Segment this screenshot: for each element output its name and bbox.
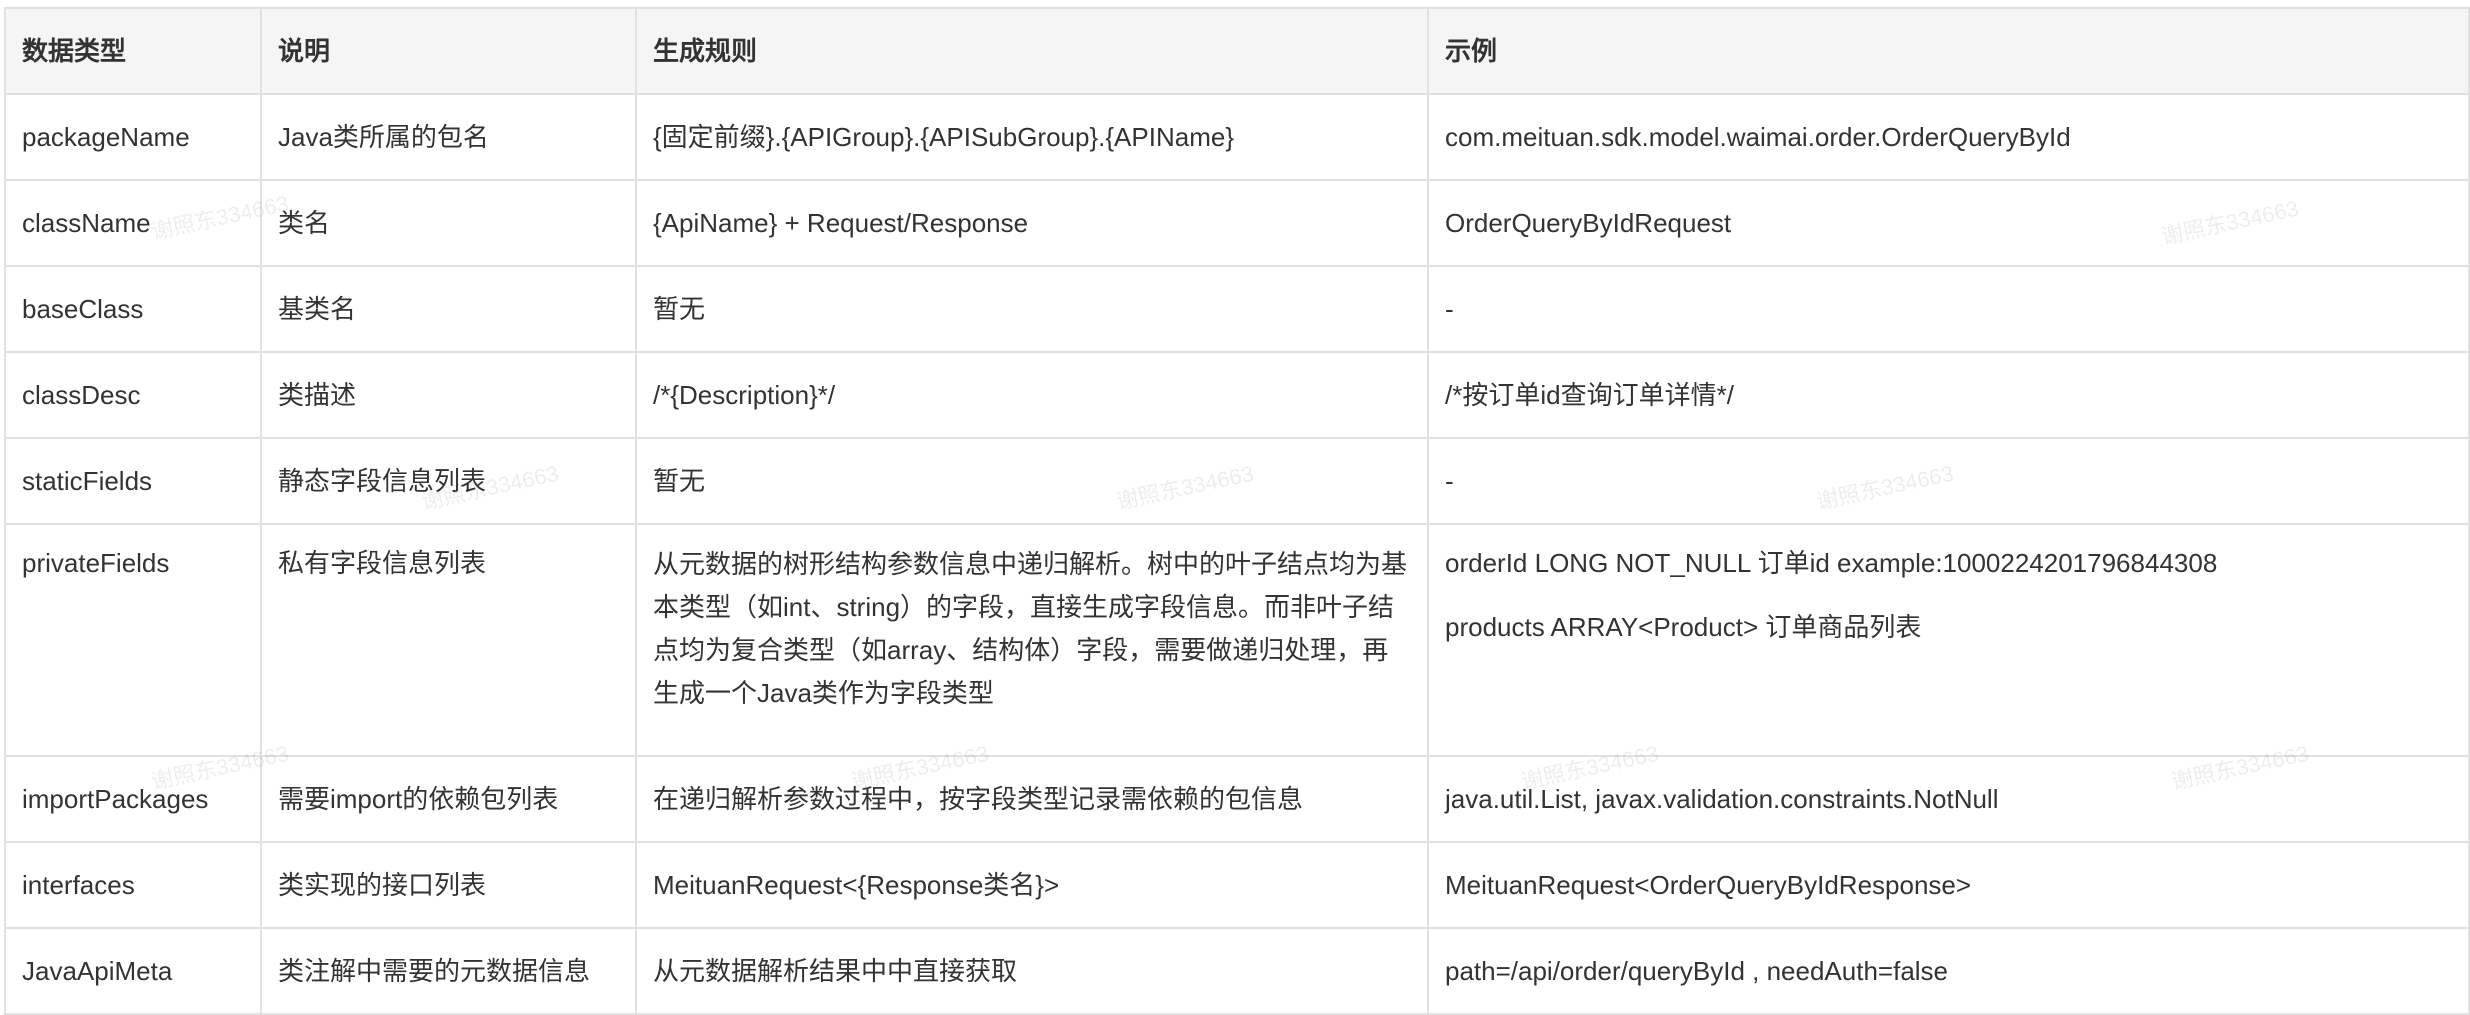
table-row: packageName Java类所属的包名 {固定前缀}.{APIGroup}… — [4, 93, 2470, 181]
cell-desc: 私有字段信息列表 — [260, 523, 637, 757]
example-line: java.util.List, javax.validation.constra… — [1445, 784, 1999, 814]
table-row: importPackages 需要import的依赖包列表 在递归解析参数过程中… — [4, 755, 2470, 843]
example-line: products ARRAY<Product> 订单商品列表 — [1445, 612, 1922, 642]
example-line: OrderQueryByIdRequest — [1445, 208, 1732, 238]
cell-type: staticFields — [4, 437, 262, 525]
cell-rule: 从元数据解析结果中中直接获取 — [635, 927, 1429, 1015]
cell-desc: 类名 — [260, 179, 637, 267]
example-line: - — [1445, 294, 1454, 324]
cell-type: privateFields — [4, 523, 262, 757]
header-data-type: 数据类型 — [4, 7, 262, 95]
cell-desc: 需要import的依赖包列表 — [260, 755, 637, 843]
cell-desc: 类实现的接口列表 — [260, 841, 637, 929]
cell-type: packageName — [4, 93, 262, 181]
cell-rule: {固定前缀}.{APIGroup}.{APISubGroup}.{APIName… — [635, 93, 1429, 181]
cell-example: java.util.List, javax.validation.constra… — [1427, 755, 2470, 843]
example-line: - — [1445, 466, 1454, 496]
cell-rule: 暂无 — [635, 265, 1429, 353]
table-row: baseClass 基类名 暂无 - — [4, 265, 2470, 353]
example-line: MeituanRequest<OrderQueryByIdResponse> — [1445, 870, 1972, 900]
cell-example: - — [1427, 265, 2470, 353]
table-row: staticFields 静态字段信息列表 暂无 - — [4, 437, 2470, 525]
cell-rule: 从元数据的树形结构参数信息中递归解析。树中的叶子结点均为基本类型（如int、st… — [635, 523, 1429, 757]
cell-example: com.meituan.sdk.model.waimai.order.Order… — [1427, 93, 2470, 181]
cell-type: interfaces — [4, 841, 262, 929]
cell-rule: MeituanRequest<{Response类名}> — [635, 841, 1429, 929]
table-row: privateFields 私有字段信息列表 从元数据的树形结构参数信息中递归解… — [4, 523, 2470, 757]
header-generation-rule: 生成规则 — [635, 7, 1429, 95]
example-line: com.meituan.sdk.model.waimai.order.Order… — [1445, 122, 2071, 152]
cell-example: orderId LONG NOT_NULL 订单id example:10002… — [1427, 523, 2470, 757]
header-description: 说明 — [260, 7, 637, 95]
example-line: /*按订单id查询订单详情*/ — [1445, 380, 1734, 410]
cell-example: path=/api/order/queryById , needAuth=fal… — [1427, 927, 2470, 1015]
example-line: path=/api/order/queryById , needAuth=fal… — [1445, 956, 1949, 986]
table-row: classDesc 类描述 /*{Description}*/ /*按订单id查… — [4, 351, 2470, 439]
cell-rule: 暂无 — [635, 437, 1429, 525]
cell-example: - — [1427, 437, 2470, 525]
table-row: interfaces 类实现的接口列表 MeituanRequest<{Resp… — [4, 841, 2470, 929]
example-line: orderId LONG NOT_NULL 订单id example:10002… — [1445, 548, 2218, 578]
cell-rule: 在递归解析参数过程中，按字段类型记录需依赖的包信息 — [635, 755, 1429, 843]
cell-type: baseClass — [4, 265, 262, 353]
cell-desc: 基类名 — [260, 265, 637, 353]
cell-type: JavaApiMeta — [4, 927, 262, 1015]
cell-desc: 类注解中需要的元数据信息 — [260, 927, 637, 1015]
data-type-spec-table: 数据类型 说明 生成规则 示例 packageName Java类所属的包名 {… — [4, 7, 2470, 1015]
cell-desc: 静态字段信息列表 — [260, 437, 637, 525]
cell-example: MeituanRequest<OrderQueryByIdResponse> — [1427, 841, 2470, 929]
header-example: 示例 — [1427, 7, 2470, 95]
cell-rule: /*{Description}*/ — [635, 351, 1429, 439]
table-header-row: 数据类型 说明 生成规则 示例 — [4, 7, 2470, 95]
table-row: className 类名 {ApiName} + Request/Respons… — [4, 179, 2470, 267]
table-row: JavaApiMeta 类注解中需要的元数据信息 从元数据解析结果中中直接获取 … — [4, 927, 2470, 1015]
cell-example: /*按订单id查询订单详情*/ — [1427, 351, 2470, 439]
cell-rule: {ApiName} + Request/Response — [635, 179, 1429, 267]
cell-type: className — [4, 179, 262, 267]
cell-type: importPackages — [4, 755, 262, 843]
cell-example: OrderQueryByIdRequest — [1427, 179, 2470, 267]
cell-desc: 类描述 — [260, 351, 637, 439]
cell-type: classDesc — [4, 351, 262, 439]
cell-desc: Java类所属的包名 — [260, 93, 637, 181]
